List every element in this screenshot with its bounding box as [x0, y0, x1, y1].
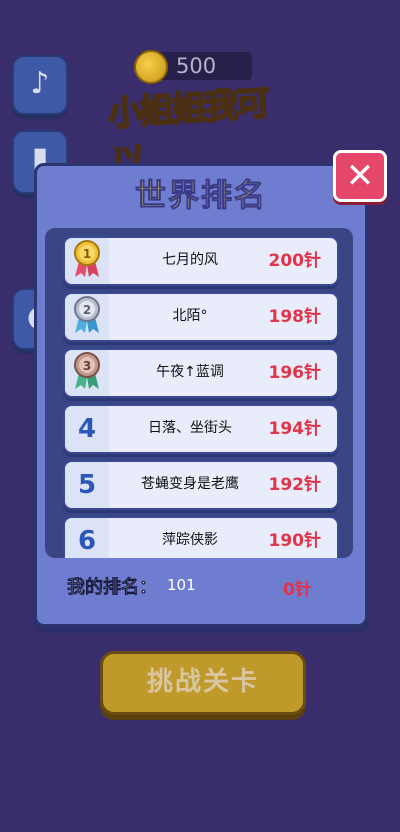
challenge-level-button[interactable]: 挑战关卡 — [100, 651, 306, 715]
rank-number: 6 — [77, 526, 97, 556]
player-name: 萍踪侠影 — [162, 532, 218, 548]
ranking-list[interactable]: 1 七月的风 200针 2 北陌° 198针 3 午夜↑蓝调 196针 4 日落… — [45, 228, 353, 558]
player-score: 196针 — [268, 363, 322, 383]
rank-number: 5 — [77, 470, 97, 500]
svg-text:1: 1 — [83, 247, 91, 261]
music-button[interactable]: ♪ — [12, 55, 68, 115]
player-score: 198针 — [268, 307, 322, 327]
coin-count: 500 — [176, 54, 217, 78]
ranking-row: 6 萍踪侠影 190针 — [63, 516, 339, 558]
player-name: 七月的风 — [162, 252, 218, 268]
music-note-icon: ♪ — [30, 66, 50, 101]
ranking-row: 3 午夜↑蓝调 196针 — [63, 348, 339, 398]
ranking-row: 2 北陌° 198针 — [63, 292, 339, 342]
player-name: 午夜↑蓝调 — [156, 364, 224, 380]
player-score: 200针 — [268, 251, 322, 271]
player-score: 190针 — [268, 531, 322, 551]
close-icon: ✕ — [345, 156, 375, 196]
rank-badge: 1 — [65, 238, 109, 284]
rank-badge: 6 — [65, 518, 109, 558]
svg-text:3: 3 — [83, 359, 91, 373]
player-name: 日落、坐街头 — [148, 420, 232, 436]
rank-badge: 5 — [65, 462, 109, 508]
player-score: 194针 — [268, 419, 322, 439]
gold-medal-icon: 1 — [74, 240, 100, 277]
player-name: 苍蝇变身是老鹰 — [141, 476, 239, 492]
silver-medal-icon: 2 — [74, 296, 100, 333]
rank-badge: 2 — [65, 294, 109, 340]
svg-text:2: 2 — [83, 303, 91, 317]
ranking-row: 4 日落、坐街头 194针 — [63, 404, 339, 454]
player-name: 北陌° — [172, 308, 208, 324]
my-score: 0针 — [283, 580, 312, 600]
modal-title: 世界排名 — [135, 178, 267, 215]
rank-badge: 3 — [65, 350, 109, 396]
coin-icon — [134, 50, 168, 84]
my-rank-label: 我的排名： — [67, 577, 158, 599]
ranking-row: 5 苍蝇变身是老鹰 192针 — [63, 460, 339, 510]
ranking-row: 1 七月的风 200针 — [63, 236, 339, 286]
rank-number: 4 — [77, 414, 97, 444]
rank-badge: 4 — [65, 406, 109, 452]
close-button[interactable]: ✕ — [333, 150, 387, 202]
world-ranking-modal: 世界排名 1 七月的风 200针 2 北陌° 198针 3 午夜↑蓝调 196针… — [34, 163, 368, 627]
player-score: 192针 — [268, 475, 322, 495]
my-rank-value: 101 — [167, 576, 196, 594]
bronze-medal-icon: 3 — [74, 352, 100, 389]
